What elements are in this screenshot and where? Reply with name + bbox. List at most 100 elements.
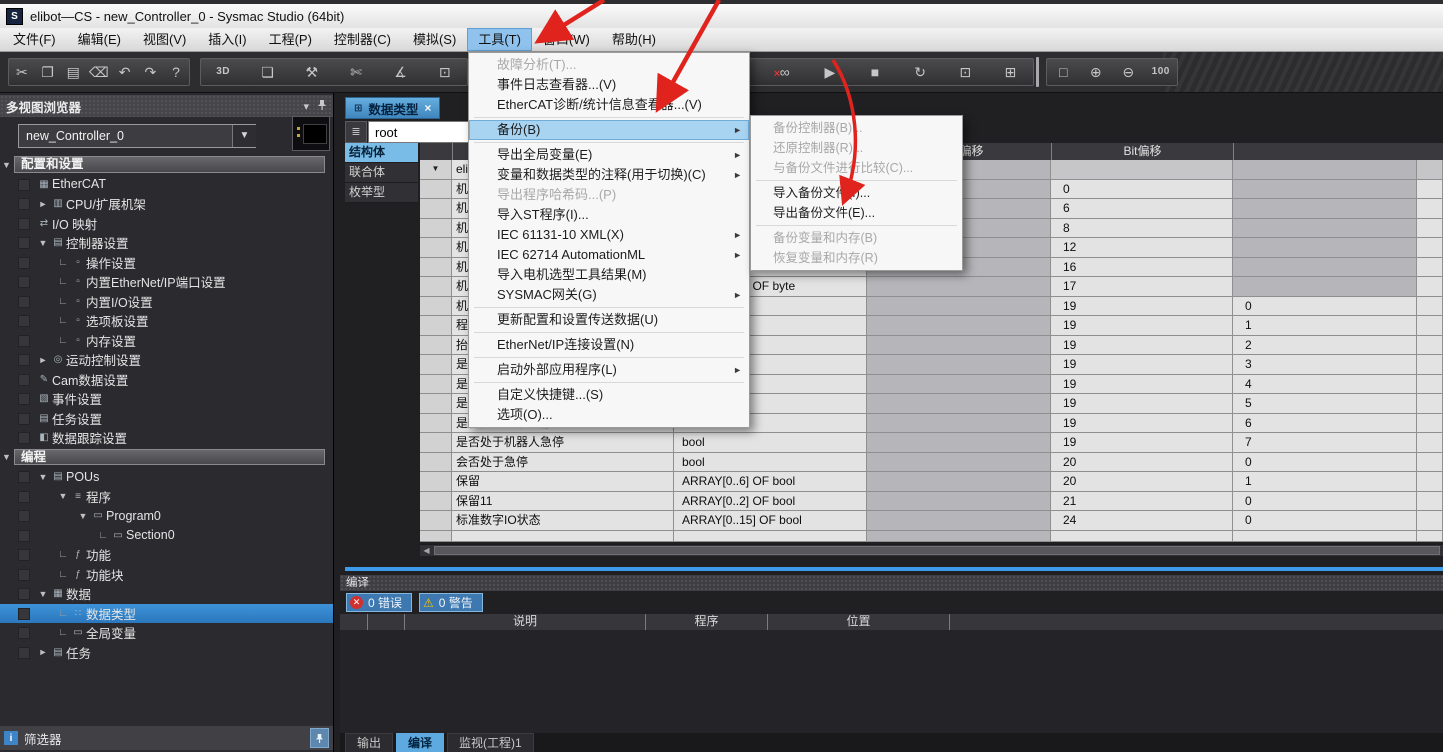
cell-offset-type[interactable] bbox=[867, 297, 1051, 317]
bottom-tab-watch-project-1[interactable]: 监视(工程)1 bbox=[447, 733, 534, 752]
expander-icon[interactable]: ▼ bbox=[76, 511, 90, 521]
run-icon[interactable]: ▶ bbox=[819, 59, 841, 85]
cell-bit-offset[interactable]: 2 bbox=[1233, 336, 1417, 356]
cell-byte-offset[interactable]: 19 bbox=[1051, 316, 1233, 336]
side-tab-unions[interactable]: 联合体 bbox=[345, 163, 418, 183]
expander-icon[interactable]: ► bbox=[36, 355, 50, 365]
menu-item-backup[interactable]: 备份(B)► bbox=[469, 120, 749, 140]
menu-item-iec-62714-automationml[interactable]: IEC 62714 AutomationML► bbox=[469, 245, 749, 265]
cell-comment[interactable] bbox=[1417, 375, 1443, 395]
cell-byte-offset[interactable]: 19 bbox=[1051, 394, 1233, 414]
row-selector[interactable] bbox=[420, 336, 452, 356]
cell-comment[interactable] bbox=[1417, 277, 1443, 297]
cell-offset-type[interactable] bbox=[867, 414, 1051, 434]
row-selector[interactable] bbox=[420, 355, 452, 375]
grid-view-icon[interactable]: ⊡ bbox=[434, 59, 456, 85]
cell-bit-offset[interactable] bbox=[1233, 238, 1417, 258]
controller-select[interactable]: new_Controller_0 bbox=[18, 124, 256, 148]
menubar-item-view[interactable]: 视图(V) bbox=[132, 28, 197, 51]
side-tab-enums[interactable]: 枚举型 bbox=[345, 183, 418, 203]
cell-comment[interactable] bbox=[1417, 453, 1443, 473]
row-selector[interactable] bbox=[420, 316, 452, 336]
warning-count-badge[interactable]: ⚠ 0 警告 bbox=[419, 593, 483, 612]
controller-select-arrow-icon[interactable]: ▼ bbox=[232, 125, 256, 147]
filter-label[interactable]: 筛选器 bbox=[24, 729, 310, 748]
cell-byte-offset[interactable]: 19 bbox=[1051, 414, 1233, 434]
cell-bit-offset[interactable]: 7 bbox=[1233, 433, 1417, 453]
cell-offset-type[interactable] bbox=[867, 492, 1051, 512]
tree-item-event-settings[interactable]: ▧事件设置 bbox=[0, 389, 333, 409]
menu-item-import-backup-file[interactable]: 导入备份文件(I)... bbox=[751, 183, 962, 203]
tree-item-cpu-expansion-racks[interactable]: ►▥CPU/扩展机架 bbox=[0, 194, 333, 214]
cell-comment[interactable] bbox=[1417, 316, 1443, 336]
window-layout-icon[interactable]: ❏ bbox=[256, 59, 278, 85]
side-tab-structures[interactable]: 结构体 bbox=[345, 143, 418, 163]
tree-item-operation-settings[interactable]: ∟▫操作设置 bbox=[0, 253, 333, 273]
cell-bit-offset[interactable]: 0 bbox=[1233, 511, 1417, 531]
menu-item-options[interactable]: 选项(O)... bbox=[469, 405, 749, 425]
cell-bit-offset[interactable]: 4 bbox=[1233, 375, 1417, 395]
cell-comment[interactable] bbox=[1417, 336, 1443, 356]
cell-base-type[interactable]: ARRAY[0..6] OF bool bbox=[674, 472, 867, 492]
cell-bit-offset[interactable]: 0 bbox=[1233, 297, 1417, 317]
tree-item-motion-control-setup[interactable]: ►◎运动控制设置 bbox=[0, 350, 333, 370]
collapse-icon[interactable]: ▾ bbox=[303, 100, 309, 113]
zoom-out-icon[interactable]: ⊖ bbox=[1117, 59, 1139, 85]
cell-offset-type[interactable] bbox=[867, 433, 1051, 453]
build-tool-icon[interactable]: ⚒ bbox=[301, 59, 323, 85]
menu-item-import-motor-sizing-tool-results[interactable]: 导入电机选型工具结果(M) bbox=[469, 265, 749, 285]
zoom-in-icon[interactable]: ⊕ bbox=[1085, 59, 1107, 85]
cell-byte-offset[interactable]: 20 bbox=[1051, 453, 1233, 473]
cell-comment[interactable] bbox=[1417, 219, 1443, 239]
cell-base-type[interactable]: ARRAY[0..15] OF bool bbox=[674, 511, 867, 531]
menu-item-export-backup-file[interactable]: 导出备份文件(E)... bbox=[751, 203, 962, 223]
tree-item-data-trace-settings[interactable]: ◧数据跟踪设置 bbox=[0, 428, 333, 448]
row-selector[interactable] bbox=[420, 394, 452, 414]
row-selector[interactable] bbox=[420, 511, 452, 531]
horizontal-scrollbar[interactable]: ◀ bbox=[420, 544, 1443, 556]
menu-item-update-configuration-transfer-data[interactable]: 更新配置和设置传送数据(U) bbox=[469, 310, 749, 330]
cell-bit-offset[interactable]: 1 bbox=[1233, 316, 1417, 336]
cell-offset-type[interactable] bbox=[867, 375, 1051, 395]
error-count-badge[interactable]: ✕ 0 错误 bbox=[346, 593, 412, 612]
cell-bit-offset[interactable]: 0 bbox=[1233, 492, 1417, 512]
filter-pin-icon[interactable] bbox=[310, 728, 329, 748]
row-selector[interactable] bbox=[420, 375, 452, 395]
expander-icon[interactable]: ► bbox=[36, 647, 50, 657]
cell-comment[interactable] bbox=[1417, 180, 1443, 200]
cell-comment[interactable] bbox=[1417, 297, 1443, 317]
cell-comment[interactable] bbox=[1417, 199, 1443, 219]
measure-icon[interactable]: ∡ bbox=[389, 59, 411, 85]
menu-item-ethercat-diagnosis-statistics-viewer[interactable]: EtherCAT诊断/统计信息查看器...(V) bbox=[469, 95, 749, 115]
row-selector[interactable] bbox=[420, 414, 452, 434]
cell-bit-offset[interactable]: 6 bbox=[1233, 414, 1417, 434]
cell-offset-type[interactable] bbox=[867, 394, 1051, 414]
menubar-item-project[interactable]: 工程(P) bbox=[258, 28, 323, 51]
menu-item-iec-61131-10-xml[interactable]: IEC 61131-10 XML(X)► bbox=[469, 225, 749, 245]
cell-offset-type[interactable] bbox=[867, 355, 1051, 375]
tree-item-option-board-settings[interactable]: ∟▫选项板设置 bbox=[0, 311, 333, 331]
expander-icon[interactable]: ▼ bbox=[56, 491, 70, 501]
menu-item-import-st-program[interactable]: 导入ST程序(I)... bbox=[469, 205, 749, 225]
cell-byte-offset[interactable]: 20 bbox=[1051, 472, 1233, 492]
zoom-100-icon[interactable]: 100 bbox=[1150, 59, 1172, 85]
cell-comment[interactable] bbox=[1417, 355, 1443, 375]
tree-item-cam-data-settings[interactable]: ✎Cam数据设置 bbox=[0, 370, 333, 390]
row-selector[interactable] bbox=[420, 433, 452, 453]
cell-comment[interactable] bbox=[1417, 492, 1443, 512]
expander-icon[interactable]: ▼ bbox=[2, 452, 11, 462]
tree-item-functions[interactable]: ∟ƒ功能 bbox=[0, 545, 333, 565]
cell-bit-offset[interactable] bbox=[1233, 219, 1417, 239]
menu-item-export-global-variables[interactable]: 导出全局变量(E)► bbox=[469, 145, 749, 165]
copy-icon[interactable]: ❐ bbox=[37, 59, 59, 85]
tree-item-tasks[interactable]: ►▤任务 bbox=[0, 643, 333, 663]
menubar-item-file[interactable]: 文件(F) bbox=[2, 28, 67, 51]
delete-icon[interactable]: ⌫ bbox=[88, 59, 110, 85]
row-selector[interactable] bbox=[420, 238, 452, 258]
cell-bit-offset[interactable] bbox=[1233, 199, 1417, 219]
bottom-tab-build[interactable]: 编译 bbox=[396, 733, 444, 752]
cell-bit-offset[interactable]: 0 bbox=[1233, 453, 1417, 473]
tab-data-types[interactable]: ⊞ 数据类型 × bbox=[345, 97, 440, 119]
cell-comment[interactable] bbox=[1417, 160, 1443, 180]
expander-icon[interactable]: ▼ bbox=[36, 589, 50, 599]
